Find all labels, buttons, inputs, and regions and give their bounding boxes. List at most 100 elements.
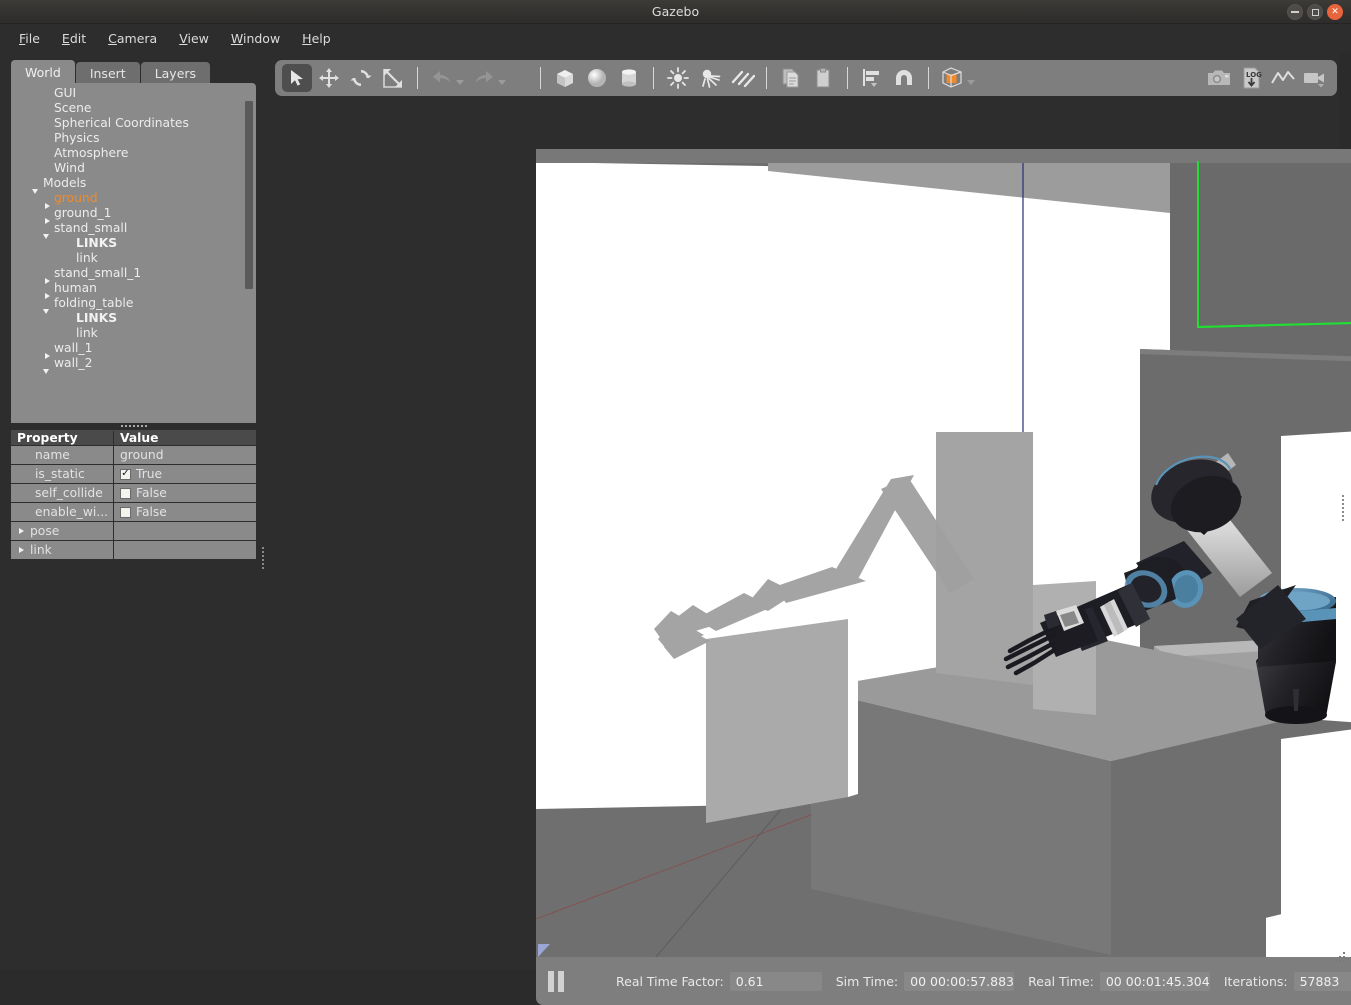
menu-edit[interactable]: Edit [51,27,97,50]
property-value: False [136,505,167,519]
property-value-cell: ground [114,448,256,462]
menu-view[interactable]: View [168,27,220,50]
tree-item-models[interactable]: Models [11,176,256,191]
log-button[interactable]: LOG [1236,64,1266,92]
window-resize-grip[interactable] [1333,952,1347,966]
tree-item-physics[interactable]: Physics [11,131,256,146]
rotate-mode-button[interactable] [346,64,376,92]
property-row-is-static[interactable]: is_static✓True [11,465,256,484]
tree-item-wind[interactable]: Wind [11,161,256,176]
tree-item-label: LINKS [76,236,117,251]
property-panel-splitter-handle[interactable] [260,545,266,575]
tree-item-label: stand_small_1 [54,266,141,281]
tree-item-label: Scene [54,101,92,116]
copy-button[interactable] [776,64,806,92]
insert-sphere-button[interactable] [582,64,612,92]
menu-file[interactable]: File [8,27,51,50]
checkbox-unchecked-icon[interactable] [120,507,131,518]
tree-item-label: link [76,326,98,341]
tab-world[interactable]: World [11,60,75,85]
property-row-enable-wi-[interactable]: enable_wi... False [11,503,256,522]
tree-splitter-handle[interactable] [120,423,150,429]
toolbar-separator [766,67,767,89]
translate-mode-button[interactable] [314,64,344,92]
select-mode-button[interactable] [282,64,312,92]
property-value-cell[interactable]: ✓True [114,467,256,481]
align-icon [860,66,884,90]
paste-button[interactable] [808,64,838,92]
checkbox-unchecked-icon[interactable] [120,488,131,499]
checkbox-checked-icon[interactable]: ✓ [120,469,131,480]
window-controls: ✕ [1287,4,1343,20]
property-row-pose[interactable]: pose [11,522,256,541]
window-titlebar: Gazebo ✕ [0,0,1351,24]
tab-label: Layers [155,66,196,81]
statusbar: Real Time Factor:0.61Sim Time:00 00:00:5… [536,957,1351,1005]
tree-item-link[interactable]: link [11,326,256,341]
status-label-real-time: Real Time: [1028,974,1094,989]
property-table: Property Value namegroundis_static✓Trues… [11,430,256,560]
panel-tabbar: WorldInsert Layers [11,60,210,85]
undo-dropdown-icon[interactable] [456,80,464,85]
undo-button[interactable] [427,64,457,92]
maximize-button[interactable] [1307,4,1323,20]
insert-point-light-button[interactable] [663,64,693,92]
scale-mode-button[interactable] [378,64,408,92]
view-angle-button[interactable] [938,64,968,92]
tree-item-wall-1[interactable]: wall_1 [11,341,256,356]
tab-layers[interactable]: Layers [141,62,210,85]
plot-button[interactable] [1268,64,1298,92]
close-button[interactable]: ✕ [1327,4,1343,20]
tree-item-label: folding_table [54,296,133,311]
menu-camera[interactable]: Camera [97,27,168,50]
insert-box-button[interactable] [550,64,580,92]
tree-item-label: GUI [54,86,76,101]
property-value-cell[interactable]: False [114,505,256,519]
arrow-cursor-icon [287,68,307,88]
record-video-button[interactable] [1300,64,1330,92]
viewport-right-splitter-handle[interactable] [1340,493,1346,527]
snap-button[interactable] [889,64,919,92]
menu-window[interactable]: Window [220,27,291,50]
toolbar-separator [928,67,929,89]
property-value-cell[interactable]: False [114,486,256,500]
insert-spot-light-button[interactable] [695,64,725,92]
tab-insert[interactable]: Insert [76,62,140,85]
property-name: enable_wi... [11,503,114,522]
pause-button[interactable] [548,971,564,992]
property-name: is_static [11,465,114,484]
toolbar-separator [847,67,848,89]
tree-item-stand-small-1[interactable]: stand_small_1 [11,266,256,281]
align-button[interactable] [857,64,887,92]
status-value-real-time-factor: 0.61 [730,972,822,991]
chevron-right-icon[interactable] [19,547,24,553]
view-angle-dropdown-icon[interactable] [967,80,975,85]
status-value-real-time: 00 00:01:45.304 [1100,972,1210,991]
minimize-button[interactable] [1287,4,1303,20]
3d-viewport[interactable] [536,149,1351,957]
screenshot-button[interactable] [1204,64,1234,92]
property-row-link[interactable]: link [11,541,256,560]
redo-button[interactable] [469,64,499,92]
insert-cylinder-button[interactable] [614,64,644,92]
menu-help[interactable]: Help [291,27,342,50]
tree-item-scene[interactable]: Scene [11,101,256,116]
tree-item-ground[interactable]: ground [11,191,256,206]
chevron-right-icon[interactable] [19,528,24,534]
box-icon [553,66,577,90]
cylinder-icon [617,66,641,90]
log-download-icon: LOG [1239,66,1263,90]
tree-item-spherical-coordinates[interactable]: Spherical Coordinates [11,116,256,131]
directional-light-icon [729,66,755,90]
world-tree[interactable]: GUISceneSpherical CoordinatesPhysicsAtmo… [11,83,256,423]
video-camera-icon [1302,68,1328,88]
redo-dropdown-icon[interactable] [498,80,506,85]
property-row-name[interactable]: nameground [11,446,256,465]
tree-item-link[interactable]: link [11,251,256,266]
tree-item-gui[interactable]: GUI [11,86,256,101]
insert-directional-light-button[interactable] [727,64,757,92]
tree-item-atmosphere[interactable]: Atmosphere [11,146,256,161]
status-value-sim-time: 00 00:00:57.883 [904,972,1014,991]
tree-scrollbar[interactable] [245,101,253,289]
property-row-self-collide[interactable]: self_collideFalse [11,484,256,503]
